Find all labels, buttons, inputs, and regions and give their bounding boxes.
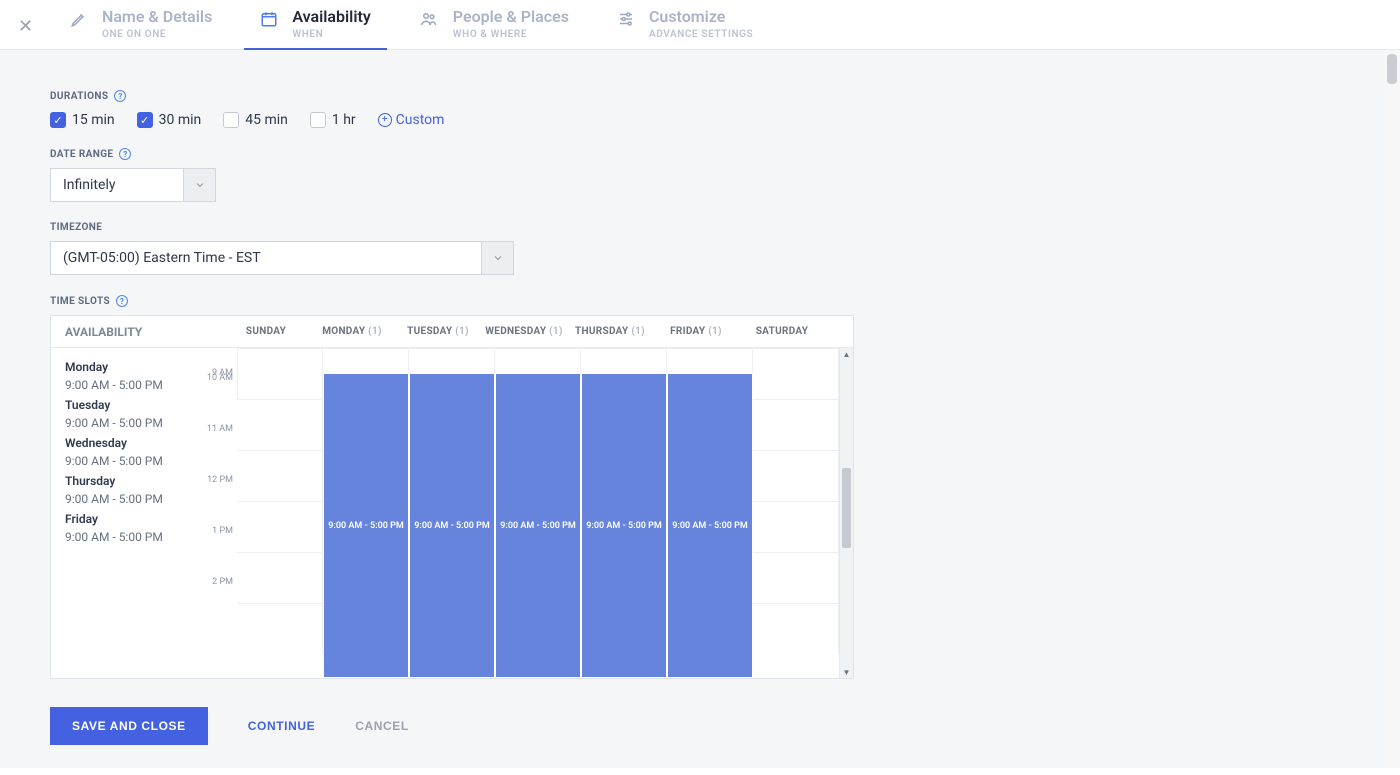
tab-name-details[interactable]: Name & Details ONE ON ONE [70,8,212,49]
help-icon[interactable]: ? [114,90,126,102]
slot-block-tuesday[interactable]: 9:00 AM - 5:00 PM [409,373,495,678]
day-header-saturday: SATURDAY [739,326,825,337]
tab-subtitle: WHO & WHERE [453,29,569,41]
checkbox-icon: ✓ [50,112,66,128]
sidebar-day: Monday [65,360,205,374]
help-icon[interactable]: ? [119,148,131,160]
tab-people-places[interactable]: People & Places WHO & WHERE [419,8,569,49]
day-header-friday: FRIDAY (1) [653,326,739,337]
tab-availability[interactable]: Availability WHEN [260,8,370,49]
day-header-tuesday: TUESDAY (1) [395,326,481,337]
hour-label: 1 PM [205,526,237,577]
hour-labels-column: 9 AM 10 AM 11 AM 12 PM 1 PM 2 PM [205,348,237,678]
hour-label: 12 PM [205,475,237,526]
sliders-icon [617,10,635,28]
day-header-wednesday: WEDNESDAY (1) [481,326,567,337]
calendar-grid[interactable]: 9:00 AM - 5:00 PM 9:00 AM - 5:00 PM 9:00… [237,348,839,678]
sidebar-day: Thursday [65,474,205,488]
day-header-sunday: SUNDAY [223,326,309,337]
duration-label: 15 min [72,112,115,128]
checkbox-icon [223,112,239,128]
scroll-up-icon[interactable]: ▲ [840,348,853,360]
sidebar-range: 9:00 AM - 5:00 PM [65,416,205,430]
time-slots-label: TIME SLOTS ? [50,295,1330,307]
duration-label: 1 hr [332,112,356,128]
availability-sidebar: Monday 9:00 AM - 5:00 PM Tuesday 9:00 AM… [51,348,205,678]
cancel-button[interactable]: CANCEL [355,719,409,733]
date-range-label: DATE RANGE ? [50,148,1330,160]
tab-subtitle: WHEN [292,29,370,41]
close-icon[interactable]: ✕ [18,16,33,37]
calendar-icon [260,10,278,28]
date-range-value: Infinitely [50,168,184,202]
availability-sidebar-title: AVAILABILITY [51,325,223,339]
continue-button[interactable]: CONTINUE [248,719,315,733]
pencil-icon [70,10,88,28]
slot-block-thursday[interactable]: 9:00 AM - 5:00 PM [581,373,667,678]
date-range-select[interactable]: Infinitely [50,168,1330,202]
custom-label: Custom [396,112,445,128]
hour-label: 10 AM [205,373,237,424]
sidebar-range: 9:00 AM - 5:00 PM [65,530,205,544]
checkbox-icon: ✓ [137,112,153,128]
people-icon [419,10,439,28]
help-icon[interactable]: ? [116,295,128,307]
timezone-label: TIMEZONE [50,222,1330,233]
chevron-down-icon[interactable] [184,168,216,202]
timezone-select[interactable]: (GMT-05:00) Eastern Time - EST [50,241,1330,275]
duration-15min[interactable]: ✓ 15 min [50,112,115,128]
duration-30min[interactable]: ✓ 30 min [137,112,202,128]
hour-label: 2 PM [205,577,237,628]
duration-45min[interactable]: 45 min [223,112,288,128]
sidebar-day: Friday [65,512,205,526]
tab-subtitle: ONE ON ONE [102,29,212,41]
page-scrollbar[interactable] [1384,50,1400,768]
scroll-thumb[interactable] [842,468,851,548]
durations-label: DURATIONS ? [50,90,1330,102]
checkbox-icon [310,112,326,128]
slot-block-friday[interactable]: 9:00 AM - 5:00 PM [667,373,753,678]
timezone-value: (GMT-05:00) Eastern Time - EST [50,241,482,275]
tab-title: Availability [292,8,370,26]
plus-circle-icon: + [378,113,392,127]
sidebar-range: 9:00 AM - 5:00 PM [65,454,205,468]
tab-title: People & Places [453,8,569,26]
calendar-scrollbar[interactable]: ▲ ▼ [839,348,853,678]
sidebar-day: Tuesday [65,398,205,412]
tab-subtitle: ADVANCE SETTINGS [649,29,753,41]
scroll-thumb[interactable] [1387,54,1397,84]
durations-row: ✓ 15 min ✓ 30 min 45 min 1 hr + Custom [50,112,1330,128]
save-and-close-button[interactable]: SAVE AND CLOSE [50,707,208,745]
tab-title: Customize [649,8,753,26]
duration-1hr[interactable]: 1 hr [310,112,356,128]
calendar-header-row: AVAILABILITY SUNDAY MONDAY (1) TUESDAY (… [51,316,853,348]
day-header-monday: MONDAY (1) [309,326,395,337]
slot-block-monday[interactable]: 9:00 AM - 5:00 PM [323,373,409,678]
sidebar-range: 9:00 AM - 5:00 PM [65,378,205,392]
sidebar-day: Wednesday [65,436,205,450]
day-header-thursday: THURSDAY (1) [567,326,653,337]
slot-block-wednesday[interactable]: 9:00 AM - 5:00 PM [495,373,581,678]
chevron-down-icon[interactable] [482,241,514,275]
sidebar-range: 9:00 AM - 5:00 PM [65,492,205,506]
scroll-down-icon[interactable]: ▼ [840,666,853,678]
duration-custom-link[interactable]: + Custom [378,112,445,128]
hour-label: 11 AM [205,424,237,475]
tab-customize[interactable]: Customize ADVANCE SETTINGS [617,8,753,49]
top-tab-bar: ✕ Name & Details ONE ON ONE Availability… [0,0,1400,50]
time-slots-panel: AVAILABILITY SUNDAY MONDAY (1) TUESDAY (… [50,315,854,679]
duration-label: 45 min [245,112,288,128]
tab-title: Name & Details [102,8,212,26]
duration-label: 30 min [159,112,202,128]
